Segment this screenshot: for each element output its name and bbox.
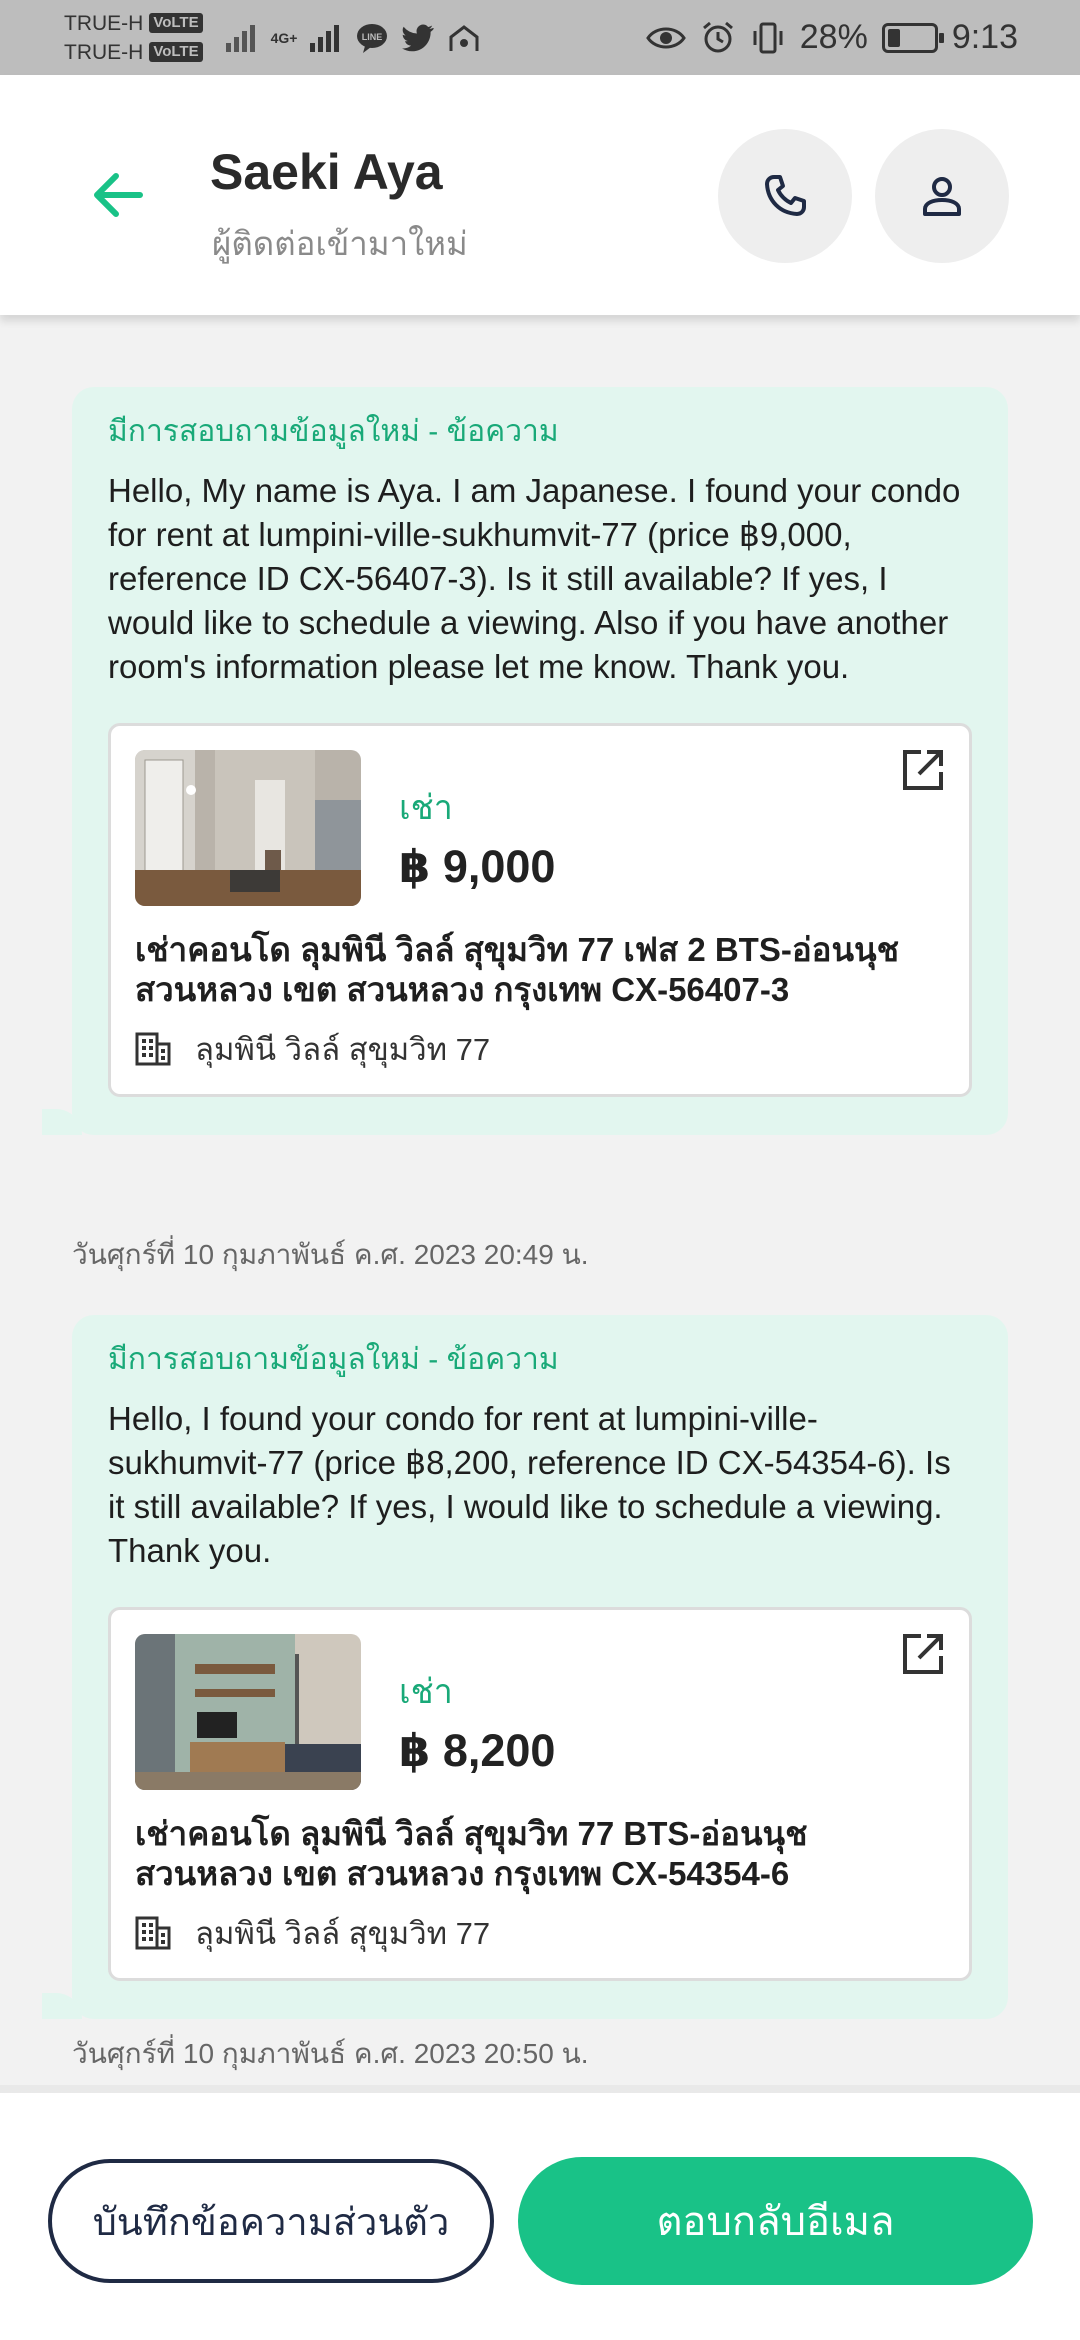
building-icon [135,1916,171,1950]
volte-badge: VoLTE [149,42,203,62]
listing-card[interactable]: เช่า ฿ 8,200 เช่าคอนโด ลุมพินี วิลล์ สุข… [108,1607,972,1981]
contact-name: Saeki Aya [210,144,443,200]
listing-price-block: เช่า ฿ 9,000 [399,780,555,893]
listing-title: เช่าคอนโด ลุมพินี วิลล์ สุขุมวิท 77 BTS-… [135,1815,808,1892]
battery-level [887,28,900,47]
status-icons-left: 4G+ LINE [225,22,482,54]
reply-email-button[interactable]: ตอบกลับอีเมล [518,2157,1033,2285]
call-button[interactable] [718,129,852,263]
person-icon [923,177,961,216]
battery-percent: 28% [799,18,868,56]
listing-type: เช่า [399,1673,453,1711]
carrier-name: TRUE-H [64,11,144,35]
phone-icon [765,175,806,216]
room-photo-image [135,750,361,906]
hotspot-icon [449,24,479,51]
open-listing-button[interactable] [899,746,947,794]
private-note-button[interactable]: บันทึกข้อความส่วนตัว [48,2159,494,2283]
listing-photo [135,750,361,906]
contact-status: ผู้ติดต่อเข้ามาใหม่ [212,225,468,262]
line-app-icon: LINE [357,23,388,53]
listing-type: เช่า [399,789,453,827]
message-title: มีการสอบถามข้อมูลใหม่ - ข้อความ [108,1343,559,1376]
svg-text:LINE: LINE [362,32,383,42]
carrier-list: TRUE-H VoLTE TRUE-H VoLTE [64,9,203,67]
carrier-row: TRUE-H VoLTE [64,38,203,67]
external-link-icon [903,750,943,790]
status-left: TRUE-H VoLTE TRUE-H VoLTE 4G+ LINE [64,9,481,67]
signal-icon [310,24,340,52]
vibrate-icon [753,22,783,53]
listing-header: เช่า ฿ 8,200 [135,1634,945,1790]
listing-title: เช่าคอนโด ลุมพินี วิลล์ สุขุมวิท 77 เฟส … [135,931,899,1008]
message-bubble: มีการสอบถามข้อมูลใหม่ - ข้อความ Hello, M… [42,387,1008,1135]
room-photo-image [135,1634,361,1790]
listing-header: เช่า ฿ 9,000 [135,750,945,906]
building-icon [135,1032,171,1066]
project-name: ลุมพินี วิลล์ สุขุมวิท 77 [195,1916,491,1951]
listing-price-block: เช่า ฿ 8,200 [399,1664,555,1777]
message-list[interactable]: มีการสอบถามข้อมูลใหม่ - ข้อความ Hello, M… [0,315,1080,2085]
listing-photo [135,1634,361,1790]
message-timestamp: วันศุกร์ที่ 10 กุมภาพันธ์ ค.ศ. 2023 20:4… [72,1239,589,1270]
twitter-icon [402,24,435,51]
eye-icon [645,27,686,48]
message-text: Hello, My name is Aya. I am Japanese. I … [108,472,961,685]
status-bar: TRUE-H VoLTE TRUE-H VoLTE 4G+ LINE 28% 9… [0,0,1080,75]
action-bar: บันทึกข้อความส่วนตัว ตอบกลับอีเมล [0,2085,1080,2340]
profile-button[interactable] [875,129,1009,263]
chat-header: Saeki Aya ผู้ติดต่อเข้ามาใหม่ [0,75,1080,315]
project-name: ลุมพินี วิลล์ สุขุมวิท 77 [195,1032,491,1067]
listing-price: ฿ 8,200 [399,1725,556,1776]
project-row: ลุมพินี วิลล์ สุขุมวิท 77 [135,1024,945,1074]
message-bubble: มีการสอบถามข้อมูลใหม่ - ข้อความ Hello, I… [42,1315,1008,2019]
carrier-name: TRUE-H [64,40,144,64]
alarm-icon [702,21,733,52]
listing-card[interactable]: เช่า ฿ 9,000 เช่าคอนโด ลุมพินี วิลล์ สุข… [108,723,972,1097]
clock: 9:13 [951,18,1018,56]
external-link-icon [903,1634,943,1674]
signal-icon [225,24,255,52]
listing-price: ฿ 9,000 [399,841,556,892]
volte-badge: VoLTE [149,13,203,33]
network-type: 4G+ [270,29,298,46]
back-button[interactable] [88,165,148,225]
carrier-row: TRUE-H VoLTE [64,9,203,38]
status-right: 28% 9:13 [645,18,1018,57]
message-text: Hello, I found your condo for rent at lu… [108,1400,951,1569]
arrow-left-icon [94,173,143,217]
message-timestamp: วันศุกร์ที่ 10 กุมภาพันธ์ ค.ศ. 2023 20:5… [72,2038,589,2069]
project-row: ลุมพินี วิลล์ สุขุมวิท 77 [135,1908,945,1958]
battery-icon [881,22,944,53]
message-title: มีการสอบถามข้อมูลใหม่ - ข้อความ [108,415,559,448]
open-listing-button[interactable] [899,1630,947,1678]
